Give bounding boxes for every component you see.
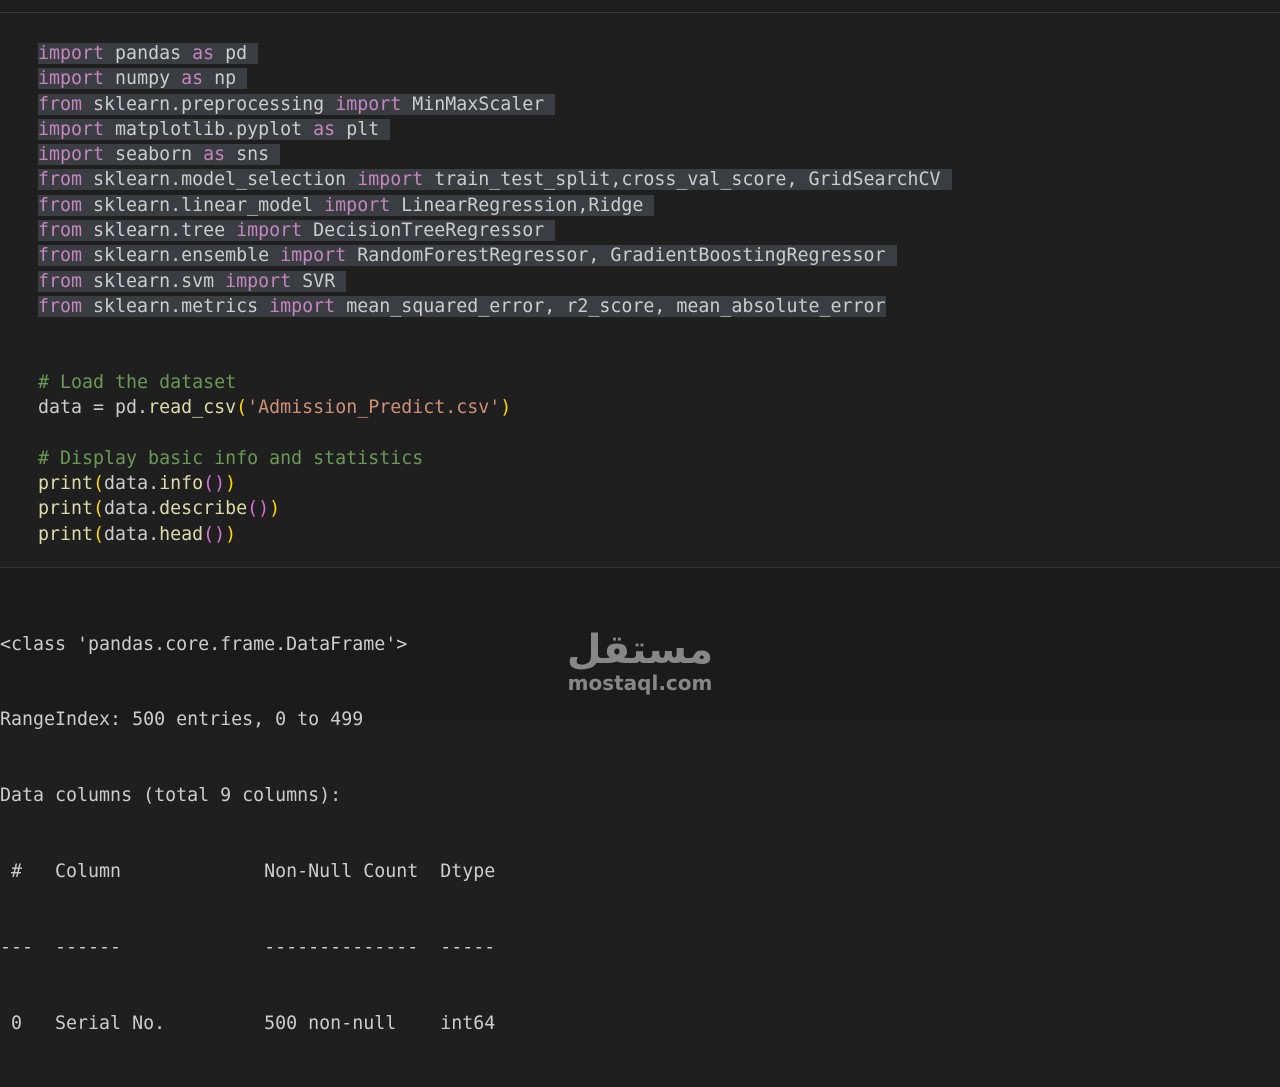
code-line-import-model-selection: from sklearn.model_selection import trai… xyxy=(38,167,952,192)
output-line: Data columns (total 9 columns): xyxy=(0,785,342,807)
code-editor[interactable]: import pandas as pd import numpy as np f… xyxy=(38,41,952,547)
code-line-import-tree: from sklearn.tree import DecisionTreeReg… xyxy=(38,218,952,243)
code-line-import-linear-model: from sklearn.linear_model import LinearR… xyxy=(38,193,952,218)
code-line-import-seaborn: import seaborn as sns xyxy=(38,142,952,167)
watermark-arabic: مستقل xyxy=(566,627,714,673)
code-line-print-info: print(data.info()) xyxy=(38,473,237,495)
output-line: RangeIndex: 500 entries, 0 to 499 xyxy=(0,709,364,731)
code-line-print-describe: print(data.describe()) xyxy=(38,498,281,520)
code-line-read-csv: data = pd.read_csv('Admission_Predict.cs… xyxy=(38,397,512,419)
output-line: 0 Serial No. 500 non-null int64 xyxy=(0,1013,496,1035)
output-line: --- ------ -------------- ----- xyxy=(0,937,496,959)
watermark-latin: mostaql.com xyxy=(567,671,713,695)
code-line-import-numpy: import numpy as np xyxy=(38,66,952,91)
code-line-import-metrics: from sklearn.metrics import mean_squared… xyxy=(38,295,886,317)
code-line-import-ensemble: from sklearn.ensemble import RandomFores… xyxy=(38,243,952,268)
code-line-import-matplotlib: import matplotlib.pyplot as plt xyxy=(38,117,952,142)
output-line: <class 'pandas.core.frame.DataFrame'> xyxy=(0,633,408,655)
code-line-import-svm: from sklearn.svm import SVR xyxy=(38,269,952,294)
code-cell[interactable]: import pandas as pd import numpy as np f… xyxy=(0,13,1280,567)
code-line-import-pandas: import pandas as pd xyxy=(38,41,952,66)
code-line-print-head: print(data.head()) xyxy=(38,523,237,545)
output-text: <class 'pandas.core.frame.DataFrame'> Ra… xyxy=(0,581,495,1087)
mostaql-watermark: مستقل mostaql.com xyxy=(560,628,720,694)
code-comment-display: # Display basic info and statistics xyxy=(38,447,424,469)
code-comment-load: # Load the dataset xyxy=(38,371,237,393)
output-line: # Column Non-Null Count Dtype xyxy=(0,861,496,883)
code-line-import-minmaxscaler: from sklearn.preprocessing import MinMax… xyxy=(38,92,952,117)
